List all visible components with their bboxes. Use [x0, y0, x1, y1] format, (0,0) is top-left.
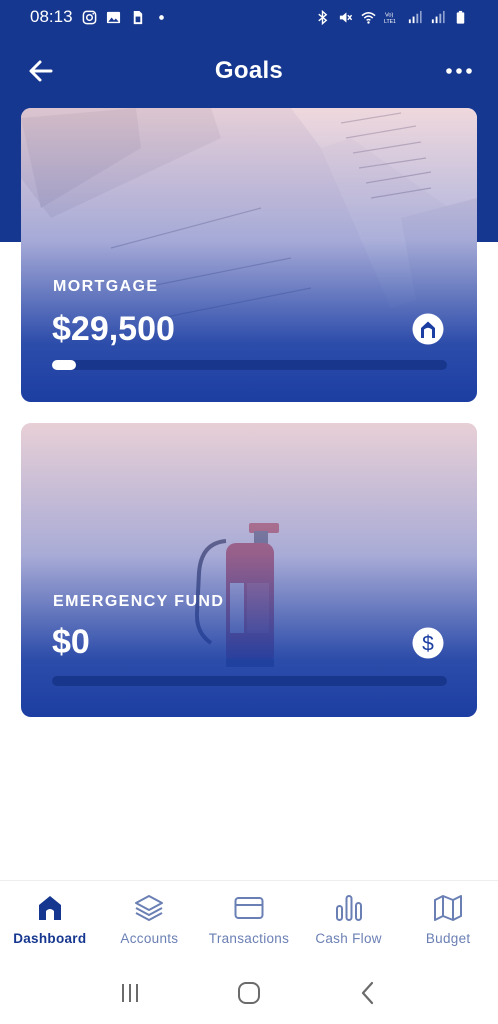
arrow-left-icon[interactable]: [26, 56, 56, 86]
more-dots-icon[interactable]: [444, 56, 474, 86]
recent-apps-icon[interactable]: [117, 980, 143, 1006]
dollar-icon: $: [412, 627, 444, 659]
card-gradient-overlay: [21, 108, 477, 402]
progress-track: [52, 360, 447, 370]
bottom-nav: Dashboard Accounts Transactions Cash Flo…: [0, 880, 498, 962]
system-nav-bar: [0, 962, 498, 1024]
gallery-icon: [106, 11, 120, 23]
credit-card-icon: [234, 897, 264, 919]
nav-item-budget[interactable]: Budget: [398, 881, 498, 962]
home-icon: [38, 896, 61, 920]
instagram-icon: [82, 10, 96, 24]
sim-icon: [133, 10, 142, 24]
page-title: Goals: [214, 57, 284, 84]
bar-chart-icon: [335, 895, 362, 921]
bluetooth-icon: [318, 9, 328, 25]
card-gradient-overlay: [21, 423, 477, 717]
nav-item-dashboard[interactable]: Dashboard: [0, 881, 100, 962]
app-header: Goals: [0, 34, 498, 108]
progress-fill: [52, 360, 76, 370]
goal-amount: $0: [52, 623, 90, 661]
nav-item-accounts[interactable]: Accounts: [100, 881, 200, 962]
status-bar: 08:13 Vo) LTE1: [0, 0, 498, 34]
nav-label: Budget: [425, 931, 471, 946]
dot-icon: [158, 14, 164, 20]
nav-label: Cash Flow: [315, 931, 382, 946]
nav-label: Accounts: [120, 931, 179, 946]
battery-icon: [456, 10, 465, 24]
goal-card-emergency-fund[interactable]: EMERGENCY FUND $0 $: [21, 423, 477, 717]
volte-icon: Vo)LTE1: [384, 12, 396, 25]
home-button-icon[interactable]: [236, 980, 262, 1006]
progress-track: [52, 676, 447, 686]
svg-text:Vo): Vo): [385, 12, 394, 18]
nav-item-transactions[interactable]: Transactions: [199, 881, 299, 962]
signal-icon: [431, 10, 445, 23]
nav-item-cash-flow[interactable]: Cash Flow: [299, 881, 399, 962]
goal-card-mortgage[interactable]: MORTGAGE $29,500: [21, 108, 477, 402]
mute-icon: [339, 11, 353, 23]
goal-name: MORTGAGE: [53, 278, 159, 295]
goal-amount: $29,500: [52, 310, 175, 348]
back-button-icon[interactable]: [355, 980, 381, 1006]
goal-name: EMERGENCY FUND: [53, 593, 225, 610]
nav-label: Dashboard: [13, 931, 87, 946]
wifi-icon: [361, 11, 376, 24]
nav-label: Transactions: [208, 931, 290, 946]
map-icon: [434, 895, 463, 921]
layers-icon: [135, 895, 164, 921]
signal-icon: [408, 10, 422, 23]
status-time: 08:13: [30, 7, 73, 26]
svg-text:LTE1: LTE1: [384, 19, 396, 25]
house-icon: [412, 313, 444, 345]
svg-text:$: $: [422, 633, 434, 656]
